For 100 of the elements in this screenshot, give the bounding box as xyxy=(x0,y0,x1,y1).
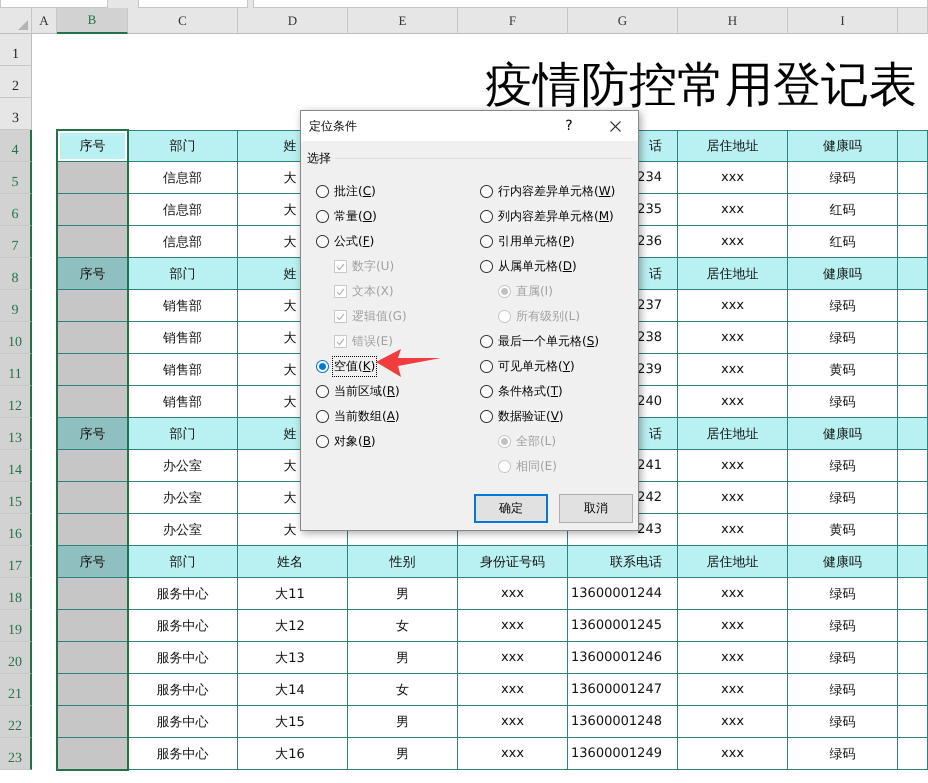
table-cell: 销售部 xyxy=(128,386,238,418)
row-number[interactable]: 23 xyxy=(0,738,32,770)
table-cell: xxx xyxy=(678,226,788,258)
column-header[interactable]: G xyxy=(568,8,678,34)
column-header[interactable]: I xyxy=(788,8,898,34)
table-cell: xxx xyxy=(678,354,788,386)
row-number[interactable]: 9 xyxy=(0,290,32,322)
table-cell: 13600001249 xyxy=(568,738,678,770)
row-number[interactable]: 3 xyxy=(0,98,32,130)
table-cell: 居住地址 xyxy=(678,258,788,290)
table-cell: 姓名 xyxy=(238,546,348,578)
table-cell: 销售部 xyxy=(128,290,238,322)
column-header[interactable]: E xyxy=(348,8,458,34)
table-cell: 服务中心 xyxy=(128,738,238,770)
table-cell: 13600001245 xyxy=(568,610,678,642)
table-cell: xxx xyxy=(678,322,788,354)
column-header[interactable]: F xyxy=(458,8,568,34)
table-cell: 绿码 xyxy=(788,674,898,706)
row-number[interactable]: 12 xyxy=(0,386,32,418)
row-number[interactable]: 18 xyxy=(0,578,32,610)
table-cell: 绿码 xyxy=(788,642,898,674)
table-cell: xxx xyxy=(678,482,788,514)
row-number[interactable]: 13 xyxy=(0,418,32,450)
table-cell: xxx xyxy=(678,194,788,226)
row-number[interactable]: 10 xyxy=(0,322,32,354)
table-cell: xxx xyxy=(458,674,568,706)
row-number[interactable]: 7 xyxy=(0,226,32,258)
row-number[interactable]: 17 xyxy=(0,546,32,578)
option-label: 相同(E) xyxy=(515,458,558,475)
table-cell: 13600001247 xyxy=(568,674,678,706)
table-cell: 男 xyxy=(348,578,458,610)
column-header[interactable]: A xyxy=(32,8,57,34)
table-cell: 13600001246 xyxy=(568,642,678,674)
table-cell: 销售部 xyxy=(128,322,238,354)
table-cell: 绿码 xyxy=(788,450,898,482)
option-label: 文本(X) xyxy=(351,283,395,300)
table-cell: 服务中心 xyxy=(128,674,238,706)
table-cell: 身份证号码 xyxy=(458,546,568,578)
table-cell: xxx xyxy=(678,610,788,642)
table-cell: 绿码 xyxy=(788,610,898,642)
table-cell: 绿码 xyxy=(788,706,898,738)
table-cell: 女 xyxy=(348,674,458,706)
table-cell: 序号 xyxy=(57,418,128,450)
table-cell: 健康吗 xyxy=(788,546,898,578)
table-cell: 服务中心 xyxy=(128,578,238,610)
table-cell: 男 xyxy=(348,642,458,674)
column-header[interactable]: C xyxy=(128,8,238,34)
table-cell: xxx xyxy=(458,706,568,738)
table-cell: 大13 xyxy=(238,642,348,674)
row-number[interactable]: 2 xyxy=(0,66,32,98)
row-number[interactable]: 5 xyxy=(0,162,32,194)
table-cell: 序号 xyxy=(57,258,128,290)
table-cell: 健康吗 xyxy=(788,418,898,450)
column-header[interactable]: D xyxy=(238,8,348,34)
table-cell: 大12 xyxy=(238,610,348,642)
option-label: 直属(I) xyxy=(515,283,554,300)
row-number[interactable]: 4 xyxy=(0,130,32,162)
table-cell: xxx xyxy=(458,578,568,610)
table-cell: 服务中心 xyxy=(128,642,238,674)
sheet-title: 疫情防控常用登记表 xyxy=(485,58,917,114)
column-header[interactable]: H xyxy=(678,8,788,34)
row-number[interactable]: 16 xyxy=(0,514,32,546)
option-label: 全部(L) xyxy=(515,433,558,450)
dialog-button[interactable]: 取消 xyxy=(559,494,633,523)
table-cell: 绿码 xyxy=(788,290,898,322)
table-cell: 信息部 xyxy=(128,194,238,226)
table-cell: 大15 xyxy=(238,706,348,738)
table-cell: 健康吗 xyxy=(788,130,898,162)
table-cell: 序号 xyxy=(57,546,128,578)
table-cell: xxx xyxy=(678,642,788,674)
row-number[interactable]: 14 xyxy=(0,450,32,482)
table-cell: 健康吗 xyxy=(788,258,898,290)
row-number[interactable]: 22 xyxy=(0,706,32,738)
table-cell: 居住地址 xyxy=(678,546,788,578)
table-cell: 男 xyxy=(348,706,458,738)
row-number[interactable]: 21 xyxy=(0,674,32,706)
table-cell: 信息部 xyxy=(128,162,238,194)
table-cell: 绿码 xyxy=(788,482,898,514)
option-label: 条件格式(T) xyxy=(497,383,564,400)
row-number[interactable]: 15 xyxy=(0,482,32,514)
table-cell: 办公室 xyxy=(128,450,238,482)
row-number[interactable]: 20 xyxy=(0,642,32,674)
table-cell: 服务中心 xyxy=(128,706,238,738)
row-number[interactable]: 11 xyxy=(0,354,32,386)
column-header[interactable]: B xyxy=(57,8,128,34)
row-number[interactable]: 8 xyxy=(0,258,32,290)
dialog-button[interactable]: 确定 xyxy=(474,494,548,523)
table-cell: 大11 xyxy=(238,578,348,610)
table-cell: xxx xyxy=(678,162,788,194)
row-number[interactable]: 6 xyxy=(0,194,32,226)
table-cell: 绿码 xyxy=(788,322,898,354)
table-cell: 黄码 xyxy=(788,514,898,546)
table-cell: 大14 xyxy=(238,674,348,706)
table-cell: 女 xyxy=(348,610,458,642)
table-cell: xxx xyxy=(458,738,568,770)
table-cell: 绿码 xyxy=(788,162,898,194)
table-cell: 黄码 xyxy=(788,354,898,386)
table-cell: 部门 xyxy=(128,130,238,162)
row-number[interactable]: 19 xyxy=(0,610,32,642)
row-number[interactable]: 1 xyxy=(0,34,32,66)
